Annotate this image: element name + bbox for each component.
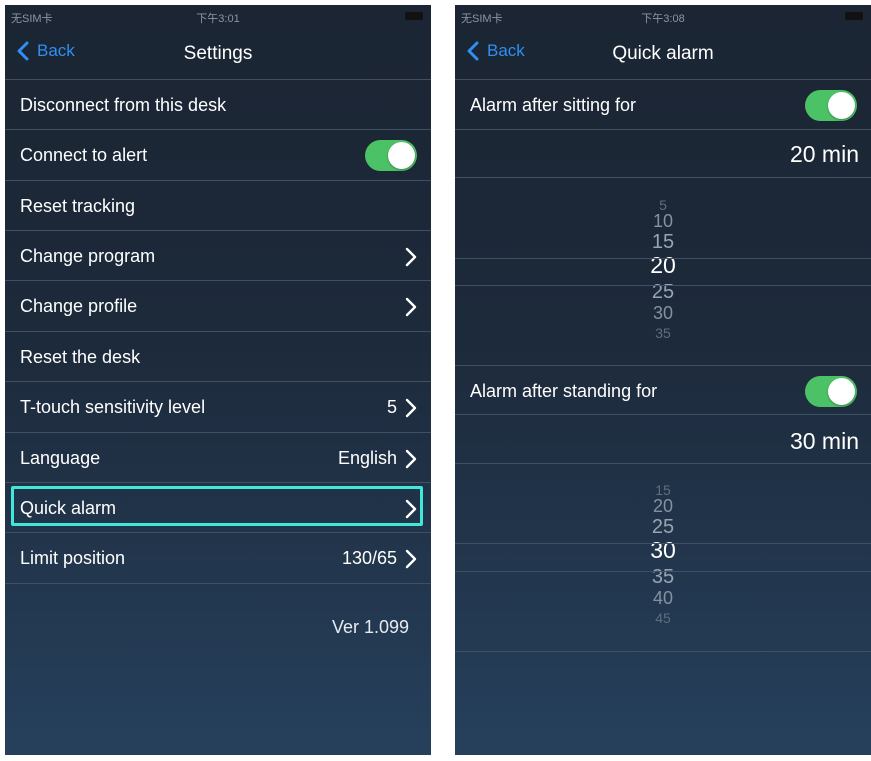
row-label: T-touch sensitivity level <box>20 396 206 417</box>
picker-option[interactable]: 15 <box>455 232 871 252</box>
standing-alarm-toggle[interactable] <box>805 376 857 407</box>
picker-option[interactable]: 35 <box>455 567 871 587</box>
sitting-duration-value: 20 min <box>789 141 859 167</box>
status-bar: 无SIM卡 下午3:08 <box>455 5 871 27</box>
divider <box>455 651 871 652</box>
picker-option[interactable]: 40 <box>455 589 871 607</box>
standing-duration-picker[interactable]: 15 20 25 30 35 40 45 <box>455 483 871 633</box>
picker-option[interactable]: 20 <box>455 497 871 515</box>
picker-selection-top <box>455 543 871 544</box>
limit-position-row[interactable]: Limit position 130/65 <box>5 533 431 583</box>
picker-selection-top <box>455 258 871 259</box>
row-label: Alarm after standing for <box>470 380 658 401</box>
row-label: Alarm after sitting for <box>470 94 637 115</box>
row-label: Change profile <box>20 295 138 316</box>
change-profile-row[interactable]: Change profile <box>5 281 431 331</box>
standing-alarm-row: Alarm after standing for <box>455 366 871 416</box>
row-value: 5 <box>386 396 397 417</box>
picker-option[interactable]: 35 <box>455 326 871 340</box>
chevron-right-icon <box>405 449 417 469</box>
row-label: Disconnect from this desk <box>20 94 227 115</box>
clock: 下午3:08 <box>641 13 685 25</box>
page-title: Settings <box>183 43 253 64</box>
row-value: English <box>337 447 397 468</box>
nav-bar: Back Quick alarm <box>455 27 871 80</box>
battery-icon <box>845 12 863 20</box>
sitting-alarm-toggle[interactable] <box>805 90 857 121</box>
connect-alert-toggle[interactable] <box>365 140 417 171</box>
clock: 下午3:01 <box>196 13 240 25</box>
divider <box>455 414 871 415</box>
version-label: Ver 1.099 <box>331 617 409 637</box>
status-bar: 无SIM卡 下午3:01 <box>5 5 431 27</box>
settings-screen: 无SIM卡 下午3:01 Back Settings Disconnect fr… <box>5 5 431 755</box>
reset-tracking-row[interactable]: Reset tracking <box>5 181 431 231</box>
row-value: 130/65 <box>341 547 397 568</box>
picker-option[interactable]: 15 <box>455 483 871 497</box>
picker-option[interactable]: 25 <box>455 517 871 537</box>
row-label: Limit position <box>20 547 126 568</box>
picker-option[interactable]: 45 <box>455 611 871 625</box>
sitting-duration-picker[interactable]: 5 10 15 20 25 30 35 <box>455 198 871 348</box>
sitting-alarm-row: Alarm after sitting for <box>455 80 871 130</box>
standing-duration-value: 30 min <box>789 428 859 454</box>
divider <box>455 129 871 130</box>
row-label: Reset tracking <box>20 195 136 216</box>
battery-icon <box>405 12 423 20</box>
divider <box>455 463 871 464</box>
change-program-row[interactable]: Change program <box>5 231 431 281</box>
row-label: Change program <box>20 245 156 266</box>
reset-desk-row[interactable]: Reset the desk <box>5 332 431 382</box>
picker-option[interactable]: 5 <box>455 198 871 212</box>
quick-alarm-highlight <box>11 486 423 526</box>
row-label: Connect to alert <box>20 144 148 165</box>
row-label: Language <box>20 447 101 468</box>
disconnect-row[interactable]: Disconnect from this desk <box>5 80 431 130</box>
chevron-right-icon <box>405 297 417 317</box>
divider <box>455 177 871 178</box>
nav-bar: Back Settings <box>5 27 431 80</box>
connect-alert-row: Connect to alert <box>5 130 431 180</box>
page-title: Quick alarm <box>612 43 714 64</box>
picker-selection-bottom <box>455 285 871 286</box>
t-touch-sensitivity-row[interactable]: T-touch sensitivity level 5 <box>5 382 431 432</box>
picker-option[interactable]: 10 <box>455 212 871 230</box>
language-row[interactable]: Language English <box>5 433 431 483</box>
chevron-right-icon <box>405 247 417 267</box>
picker-option[interactable]: 30 <box>455 304 871 322</box>
chevron-right-icon <box>405 549 417 569</box>
row-label: Reset the desk <box>20 346 141 367</box>
picker-selection-bottom <box>455 571 871 572</box>
divider <box>5 583 431 584</box>
quick-alarm-screen: 无SIM卡 下午3:08 Back Quick alarm Alarm afte… <box>455 5 871 755</box>
chevron-right-icon <box>405 398 417 418</box>
